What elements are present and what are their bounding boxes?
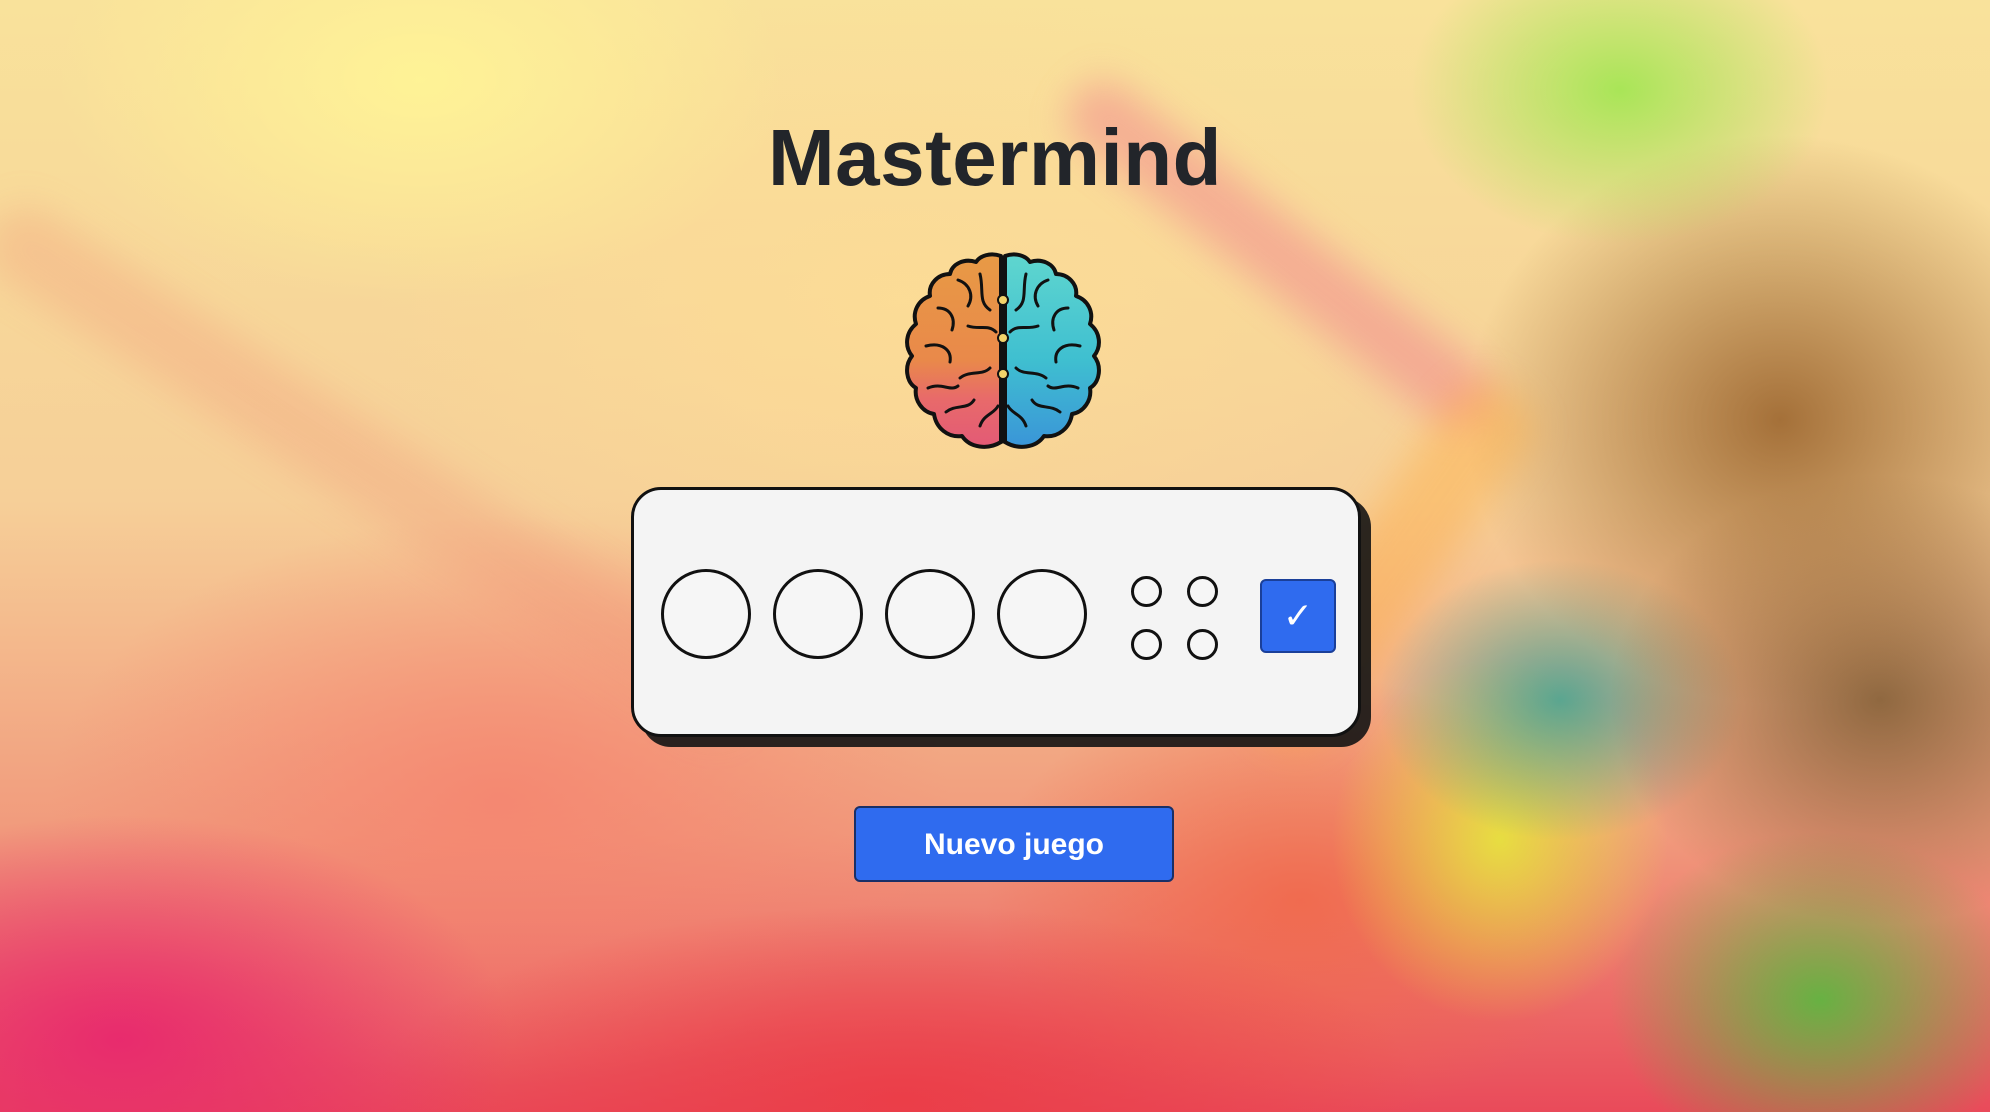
feedback-peg-4 <box>1187 629 1218 660</box>
feedback-peg-2 <box>1187 576 1218 607</box>
guess-slot-2[interactable] <box>773 569 863 659</box>
feedback-peg-3 <box>1131 629 1162 660</box>
brain-icon <box>905 252 1101 449</box>
feedback-peg-1 <box>1131 576 1162 607</box>
new-game-button[interactable]: Nuevo juego <box>854 806 1174 882</box>
check-icon: ✓ <box>1282 595 1314 636</box>
guess-row: ✓ <box>631 487 1361 737</box>
check-button[interactable]: ✓ <box>1260 579 1336 653</box>
guess-slot-3[interactable] <box>885 569 975 659</box>
page-title: Mastermind <box>768 113 1222 202</box>
guess-slot-1[interactable] <box>661 569 751 659</box>
guess-slot-4[interactable] <box>997 569 1087 659</box>
